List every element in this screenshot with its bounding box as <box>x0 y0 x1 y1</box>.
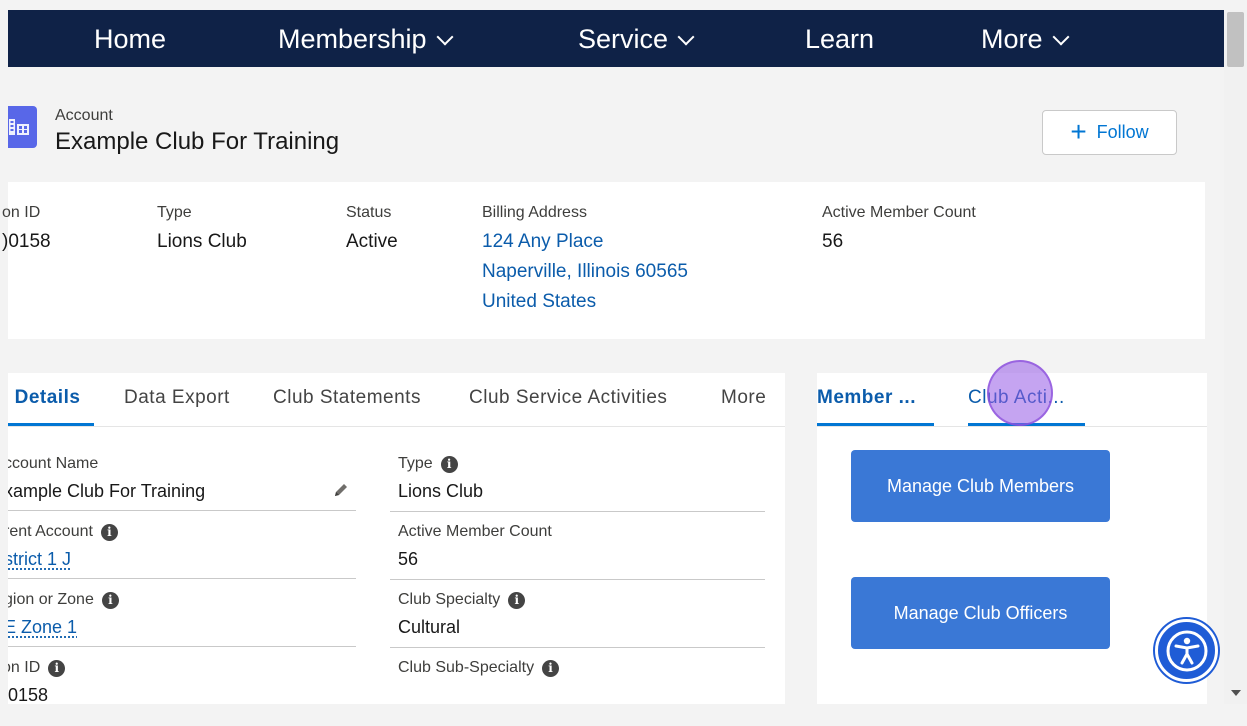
nav-learn-label: Learn <box>805 24 875 54</box>
highlight-id-label: on ID <box>2 204 41 221</box>
field-label: Type i <box>398 455 483 473</box>
nav-membership-label: Membership <box>278 24 427 54</box>
field-active-member-count: Active Member Count 56 <box>398 523 552 570</box>
field-type: Type i Lions Club <box>398 455 483 502</box>
field-label: Club Specialty i <box>398 591 526 609</box>
billing-address-link[interactable]: 124 Any Place Naperville, Illinois 60565… <box>482 227 688 317</box>
chevron-down-icon <box>1052 28 1070 45</box>
info-icon[interactable]: i <box>101 591 119 609</box>
highlight-status-value: Active <box>346 231 398 252</box>
field-value: )0158 <box>8 685 49 704</box>
field-divider <box>8 578 356 579</box>
highlight-id: on ID )0158 <box>2 204 51 257</box>
field-divider <box>8 646 356 647</box>
chevron-down-icon <box>436 28 454 45</box>
follow-button[interactable]: + Follow <box>1042 110 1177 155</box>
building-icon <box>8 106 37 148</box>
field-value: Lions Club <box>398 481 484 501</box>
tab-more[interactable]: More <box>721 387 766 409</box>
field-divider <box>390 647 765 648</box>
tab-data-export[interactable]: Data Export <box>124 387 230 409</box>
nav-service-label: Service <box>578 24 669 54</box>
field-value: 56 <box>398 549 419 569</box>
highlight-count-value: 56 <box>822 231 844 252</box>
info-icon[interactable]: i <box>48 659 66 677</box>
top-navigation: Home Membership Service Learn More <box>8 10 1224 67</box>
billing-line-1[interactable]: 124 Any Place <box>482 227 688 257</box>
field-label-text: on ID <box>8 659 41 676</box>
edit-pencil-icon[interactable] <box>332 481 350 499</box>
manage-club-officers-button[interactable]: Manage Club Officers <box>851 577 1110 649</box>
nav-home-label: Home <box>94 24 167 54</box>
record-tabs: › Details Data Export Club Statements Cl… <box>8 373 785 427</box>
nav-learn[interactable]: Learn <box>805 24 874 55</box>
field-value: Cultural <box>398 617 461 637</box>
tab-club-statements[interactable]: Club Statements <box>273 387 421 409</box>
billing-line-2[interactable]: Naperville, Illinois 60565 <box>482 257 688 287</box>
info-icon[interactable]: i <box>440 455 458 473</box>
tab-club-service-activities[interactable]: Club Service Activities <box>469 387 667 409</box>
chevron-down-icon <box>677 28 695 45</box>
field-label-text: gion or Zone <box>8 591 94 608</box>
field-label: ccount Name <box>8 455 99 472</box>
nav-more[interactable]: More <box>981 24 1070 55</box>
highlight-count-label: Active Member Count <box>822 204 976 221</box>
accessibility-icon <box>1166 630 1207 671</box>
field-divider <box>390 579 765 580</box>
field-label-text: rent Account <box>8 523 93 540</box>
manage-club-members-button[interactable]: Manage Club Members <box>851 450 1110 522</box>
field-divider <box>390 511 765 512</box>
page-title: Example Club For Training <box>55 128 340 155</box>
tab-indicator <box>817 423 934 426</box>
nav-service[interactable]: Service <box>578 24 695 55</box>
tab-details[interactable]: › Details <box>8 387 80 409</box>
record-object-label: Account <box>55 107 113 124</box>
billing-line-3[interactable]: United States <box>482 287 688 317</box>
details-card: › Details Data Export Club Statements Cl… <box>8 373 785 704</box>
field-label-text: Club Specialty <box>398 591 501 608</box>
nav-home[interactable]: Home <box>94 24 166 55</box>
active-tab-indicator <box>8 423 94 426</box>
highlight-status: Status Active <box>346 204 398 257</box>
info-icon[interactable]: i <box>100 523 118 541</box>
highlight-type-label: Type <box>157 204 192 221</box>
follow-label: Follow <box>1096 122 1149 142</box>
field-club-sub-specialty: Club Sub-Specialty i <box>398 659 560 677</box>
field-label: rent Account i <box>8 523 118 541</box>
nav-more-label: More <box>981 24 1043 54</box>
highlight-member-count: Active Member Count 56 <box>822 204 976 257</box>
highlight-type-value: Lions Club <box>157 231 247 252</box>
region-zone-link[interactable]: E Zone 1 <box>8 617 119 638</box>
click-indicator <box>987 360 1053 426</box>
plus-icon: + <box>1070 115 1087 147</box>
field-value: xample Club For Training <box>8 481 206 501</box>
field-label-text: Type <box>398 455 433 472</box>
highlights-panel: on ID )0158 Type Lions Club Status Activ… <box>2 182 1205 339</box>
nav-membership[interactable]: Membership <box>278 24 454 55</box>
info-icon[interactable]: i <box>508 591 526 609</box>
field-label: on ID i <box>8 659 66 677</box>
page-scrollbar[interactable] <box>1224 10 1247 704</box>
highlight-billing-label: Billing Address <box>482 204 587 221</box>
field-lion-id: on ID i )0158 <box>8 659 66 704</box>
highlight-billing-address: Billing Address 124 Any Place Naperville… <box>482 204 688 317</box>
highlight-status-label: Status <box>346 204 392 221</box>
field-divider <box>8 510 356 511</box>
field-label-text: Club Sub-Specialty <box>398 659 535 676</box>
info-icon[interactable]: i <box>542 659 560 677</box>
field-label: Active Member Count <box>398 523 552 540</box>
field-label: Club Sub-Specialty i <box>398 659 560 677</box>
accessibility-button[interactable] <box>1155 619 1218 682</box>
scroll-down-arrow-icon[interactable] <box>1231 690 1241 696</box>
parent-account-link[interactable]: strict 1 J <box>8 549 118 570</box>
field-account-name: ccount Name xample Club For Training <box>8 455 205 502</box>
scrollbar-thumb[interactable] <box>1227 12 1244 67</box>
field-club-specialty: Club Specialty i Cultural <box>398 591 526 638</box>
field-parent-account: rent Account i strict 1 J <box>8 523 118 570</box>
field-label: gion or Zone i <box>8 591 119 609</box>
highlight-id-value: )0158 <box>2 231 51 252</box>
field-region-zone: gion or Zone i E Zone 1 <box>8 591 119 638</box>
tab-members[interactable]: Member ... <box>817 387 916 409</box>
highlight-type: Type Lions Club <box>157 204 247 257</box>
